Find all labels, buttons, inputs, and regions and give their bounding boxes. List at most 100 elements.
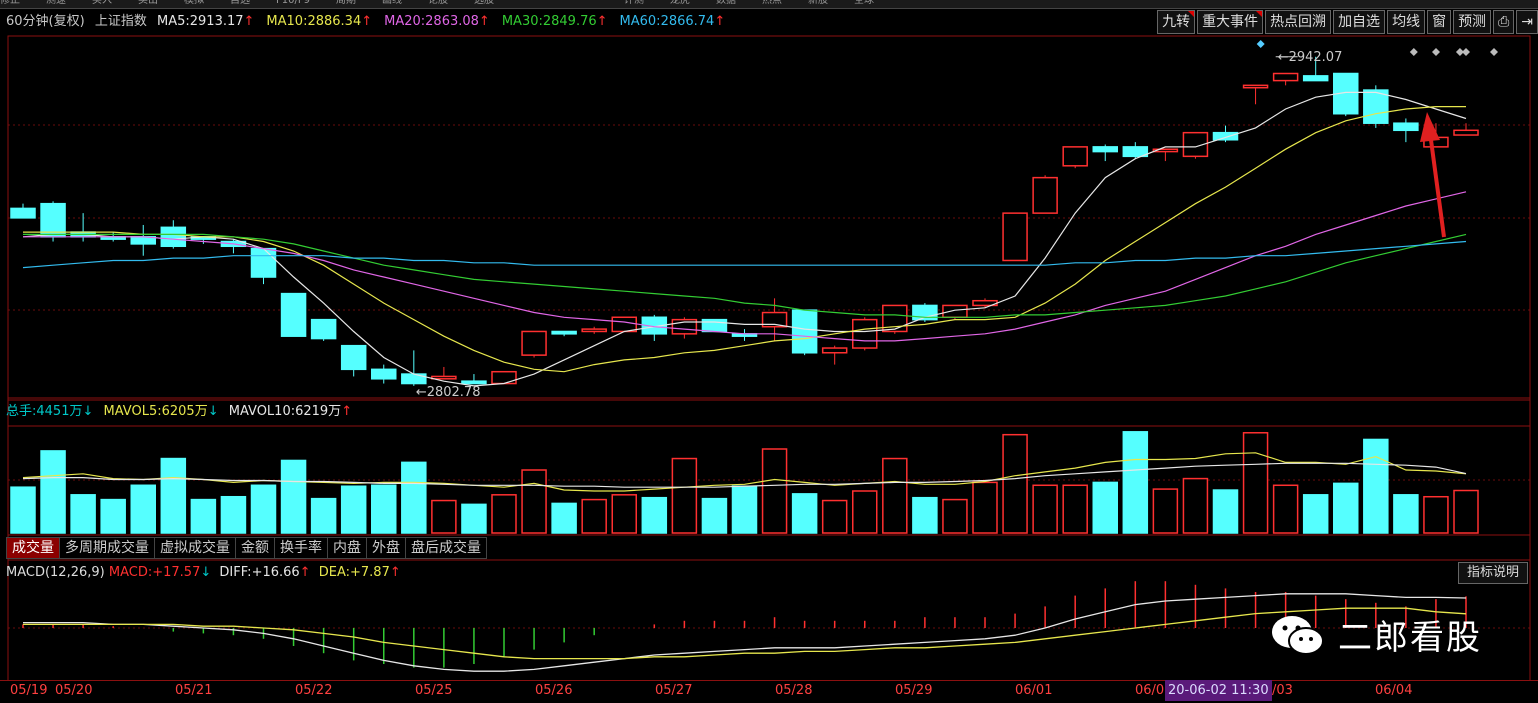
signal-diamond-icon [1256, 40, 1265, 48]
candle-body [431, 375, 457, 380]
volume-bar [220, 495, 247, 534]
candle-body [942, 304, 968, 319]
indicator-tab[interactable]: 外盘 [366, 537, 406, 559]
total-volume-value: 4451万 [36, 404, 83, 419]
volume-bar [70, 494, 96, 534]
volume-bar [10, 486, 36, 534]
candle-body [250, 247, 277, 278]
signal-diamond-icon [1462, 48, 1470, 56]
indicator-tab[interactable]: 多周期成交量 [59, 537, 155, 559]
watermark-text: 二郎看股 [1338, 618, 1482, 658]
price-panel-frame [7, 35, 1531, 399]
volume-bar [160, 457, 187, 534]
candle-body [491, 370, 517, 385]
volume-bar [1302, 494, 1329, 534]
mavol5-value: 6205万 [161, 404, 208, 419]
candle-body [581, 328, 607, 333]
candle-body [1363, 89, 1389, 124]
volume-bar [401, 461, 427, 534]
mavol5-arrow: ↓ [207, 404, 219, 419]
dea-arrow: ↑ [389, 565, 401, 580]
volume-bar [521, 469, 547, 534]
candle-body [1272, 72, 1299, 82]
signal-diamond-icon [1409, 48, 1418, 56]
indicator-help-button[interactable]: 指标说明 [1457, 562, 1528, 584]
volume-bar [701, 497, 728, 534]
date-tick-label: 05/26 [535, 683, 573, 698]
volume-bar [1333, 482, 1359, 534]
mavol10-arrow: ↑ [341, 404, 353, 419]
candle-body [1092, 146, 1118, 153]
cursor-time-label: 20-06-02 11:30 [1165, 680, 1272, 701]
candle-body [852, 318, 878, 349]
volume-bar [1152, 488, 1179, 534]
macd-label: MACD: [108, 565, 153, 580]
signal-diamond-icon [1432, 48, 1440, 56]
candle-body [310, 318, 337, 340]
indicator-tab[interactable]: 成交量 [6, 537, 60, 559]
dea-label: DEA: [318, 565, 350, 580]
macd-arrow: ↓ [200, 565, 212, 580]
indicator-tab[interactable]: 虚拟成交量 [154, 537, 236, 559]
volume-bar [310, 497, 337, 534]
volume-bar [1122, 431, 1149, 534]
volume-bar [551, 502, 577, 534]
date-tick-label: 05/22 [295, 683, 333, 698]
candle-body [10, 207, 36, 219]
chart-canvas[interactable]: ←2942.07 ←2802.78 [0, 0, 1538, 702]
volume-bar [671, 457, 698, 534]
volume-bar [130, 484, 156, 534]
candle-body [1032, 176, 1058, 214]
volume-bar [491, 494, 517, 534]
volume-bar [461, 503, 487, 534]
volume-indicator-tabs: 成交量 多周期成交量 虚拟成交量 金额 换手率 内盘 外盘 盘后成交量 [6, 537, 487, 559]
date-tick-label: 05/21 [175, 683, 213, 698]
volume-bar [882, 457, 908, 534]
candle-body [1302, 75, 1329, 82]
volume-bar [611, 494, 637, 534]
volume-bar [1423, 495, 1449, 534]
candle-body [280, 292, 307, 337]
volume-bar [761, 448, 788, 534]
date-tick-label: 05/25 [415, 683, 453, 698]
dea-line [23, 607, 1467, 660]
volume-bar [1363, 438, 1389, 534]
signal-diamond-icon [1490, 48, 1498, 56]
indicator-tab[interactable]: 内盘 [327, 537, 367, 559]
total-volume-label: 总手: [6, 404, 37, 419]
candle-body [521, 330, 547, 356]
volume-bar [1242, 432, 1269, 534]
volume-bar [972, 481, 998, 534]
indicator-tab[interactable]: 金额 [235, 537, 275, 559]
candle-body [1062, 146, 1088, 167]
volume-bar [431, 499, 457, 534]
date-tick-label: /03 [1272, 683, 1293, 698]
candle-body [1212, 131, 1239, 141]
diff-label: DIFF: [219, 565, 252, 580]
volume-bar [1272, 484, 1299, 534]
volume-bar [1182, 477, 1209, 534]
volume-bar [1092, 481, 1118, 534]
indicator-tab[interactable]: 换手率 [274, 537, 328, 559]
mavol5-label: MAVOL5: [103, 404, 162, 419]
candle-body [461, 380, 487, 385]
candle-body [1453, 129, 1479, 136]
date-tick-label: 05/28 [775, 683, 813, 698]
date-tick-label: 05/29 [895, 683, 933, 698]
macd-header: MACD(12,26,9) MACD:+17.57↓ DIFF:+16.66↑ … [6, 563, 401, 583]
volume-bar [912, 496, 938, 534]
volume-bar [942, 498, 968, 534]
candle-body [611, 316, 637, 333]
mavol10-value: 6219万 [295, 404, 342, 419]
candle-body [551, 330, 577, 335]
volume-bar [1393, 494, 1419, 534]
candle-body [371, 368, 397, 380]
date-tick-label: 06/0 [1135, 683, 1165, 698]
date-tick-label: 05/20 [55, 683, 93, 698]
macd-value: +17.57 [152, 565, 201, 580]
candle-body [1002, 212, 1028, 262]
annotation-arrowhead-icon [1420, 112, 1440, 142]
indicator-tab[interactable]: 盘后成交量 [405, 537, 487, 559]
total-volume-arrow: ↓ [82, 404, 94, 419]
volume-bar [340, 485, 367, 534]
